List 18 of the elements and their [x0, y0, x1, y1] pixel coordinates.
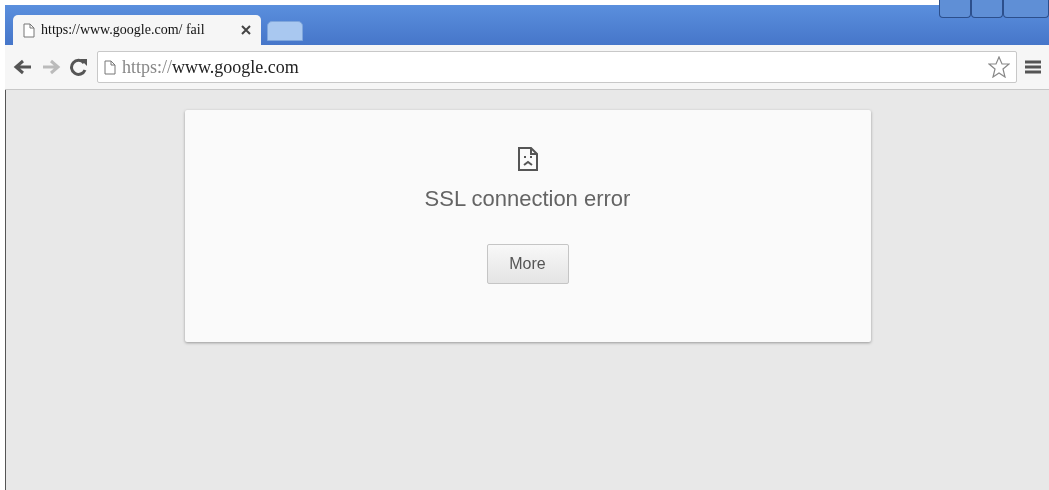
- url-host: www.google.com: [172, 56, 300, 78]
- more-button[interactable]: More: [486, 244, 569, 284]
- browser-tab[interactable]: https://www.google.com/ fail: [13, 15, 261, 45]
- sad-page-icon: [516, 146, 539, 172]
- error-title: SSL connection error: [424, 186, 631, 212]
- back-icon[interactable]: [13, 59, 33, 75]
- page-icon: [104, 59, 116, 75]
- address-field[interactable]: https://www.google.com: [97, 51, 1017, 83]
- star-icon[interactable]: [988, 56, 1010, 78]
- close-window-button[interactable]: [1003, 0, 1049, 18]
- forward-icon[interactable]: [41, 59, 61, 75]
- menu-icon[interactable]: [1025, 59, 1041, 75]
- url-scheme: https://: [122, 56, 172, 78]
- reload-icon[interactable]: [69, 58, 89, 76]
- minimize-button[interactable]: [939, 0, 971, 18]
- close-icon[interactable]: [241, 25, 251, 35]
- page-icon: [23, 22, 35, 38]
- maximize-button[interactable]: [971, 0, 1003, 18]
